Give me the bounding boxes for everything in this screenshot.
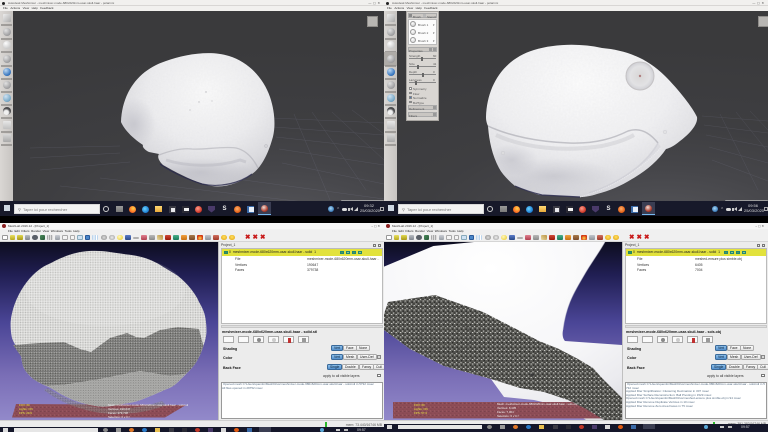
svg-text:Selection: 0 v 0 f: Selection: 0 v 0 f bbox=[497, 414, 519, 418]
svg-text:FPS: 29.9: FPS: 29.9 bbox=[19, 411, 32, 415]
svg-text:Selection: 0 v 0 f: Selection: 0 v 0 f bbox=[108, 415, 130, 419]
svg-text:FPS: 57.3: FPS: 57.3 bbox=[414, 411, 427, 415]
